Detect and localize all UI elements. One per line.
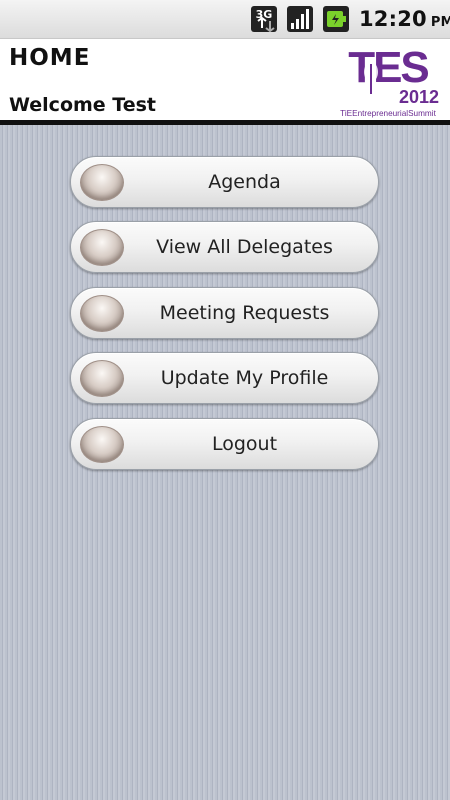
meeting-requests-button[interactable]: Meeting Requests <box>70 287 379 339</box>
welcome-text: Welcome Test <box>9 94 157 116</box>
agenda-label: Agenda <box>208 171 281 193</box>
clock-ampm: PM <box>430 15 450 30</box>
status-bar: 3G 12:20 PM <box>0 0 450 39</box>
status-clock: 12:20 PM <box>359 6 450 32</box>
agenda-button[interactable]: Agenda <box>70 156 379 208</box>
logo-tagline: TiEEntrepreneurialSummit <box>340 109 436 118</box>
view-all-delegates-label: View All Delegates <box>156 236 333 258</box>
3g-data-icon: 3G <box>250 5 278 33</box>
logo-year: 2012 <box>399 87 439 107</box>
logo-letters: TES <box>348 43 428 92</box>
logout-label: Logout <box>211 433 278 455</box>
logout-button[interactable]: Logout <box>70 418 379 470</box>
battery-charging-icon <box>322 5 350 33</box>
view-all-delegates-button[interactable]: View All Delegates <box>70 221 379 273</box>
signal-strength-icon <box>286 5 314 33</box>
update-my-profile-label: Update My Profile <box>160 367 329 389</box>
clock-time: 12:20 <box>359 7 427 31</box>
tes-logo: TES 2012 TiEEntrepreneurialSummit <box>333 42 443 118</box>
page-title: HOME <box>9 45 91 71</box>
app-header: HOME Welcome Test TES 2012 TiEEntreprene… <box>0 39 450 120</box>
meeting-requests-label: Meeting Requests <box>159 302 330 324</box>
update-my-profile-button[interactable]: Update My Profile <box>70 352 379 404</box>
